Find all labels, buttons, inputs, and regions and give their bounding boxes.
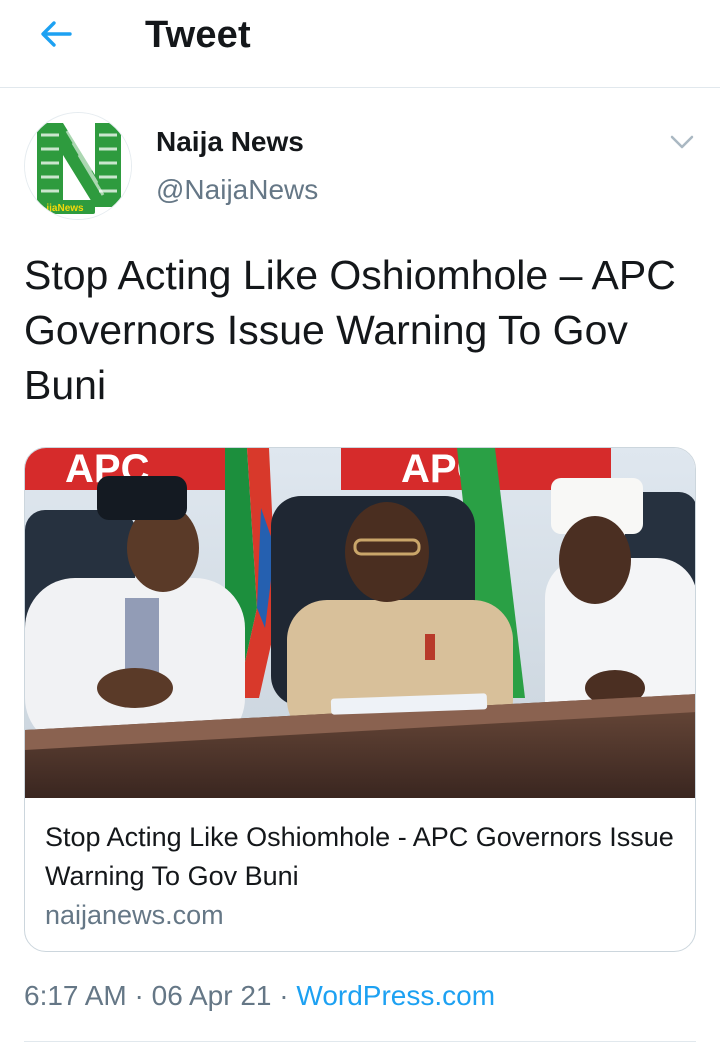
meta-separator: · <box>134 980 144 1011</box>
tweet-meta: 6:17 AM · 06 Apr 21 · WordPress.com <box>24 980 495 1012</box>
arrow-left-icon <box>41 21 72 47</box>
top-bar: Tweet <box>0 0 720 88</box>
tweet-source-link[interactable]: WordPress.com <box>296 980 495 1011</box>
naija-news-logo: ijaNews <box>25 113 131 219</box>
divider <box>24 1041 696 1042</box>
chevron-down-icon <box>670 135 694 149</box>
author-handle[interactable]: @NaijaNews <box>156 174 318 206</box>
tweet-date: 06 Apr 21 <box>151 980 272 1011</box>
meta-separator: · <box>279 980 289 1011</box>
tweet-author: ijaNews Naija News @NaijaNews <box>24 112 696 222</box>
avatar[interactable]: ijaNews <box>24 112 132 220</box>
tweet-menu-button[interactable] <box>668 130 696 154</box>
card-domain: naijanews.com <box>45 900 224 930</box>
news-photo: APC APC <box>25 448 695 798</box>
link-card[interactable]: APC APC Stop Acting Like Oshiomhole - AP… <box>24 447 696 952</box>
card-title: Stop Acting Like Oshiomhole - APC Govern… <box>45 822 674 891</box>
tweet-time: 6:17 AM <box>24 980 127 1011</box>
tweet-text: Stop Acting Like Oshiomhole – APC Govern… <box>24 252 676 408</box>
author-display-name[interactable]: Naija News <box>156 126 304 158</box>
card-image[interactable]: APC APC <box>25 448 695 798</box>
back-button[interactable] <box>24 10 88 58</box>
page-title: Tweet <box>145 14 251 56</box>
svg-text:ijaNews: ijaNews <box>46 203 84 214</box>
